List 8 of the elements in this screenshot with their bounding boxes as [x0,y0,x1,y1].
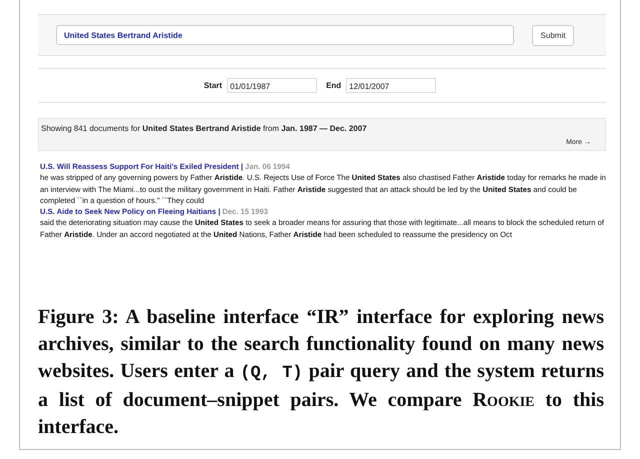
end-label: End [326,81,342,90]
figure-caption: Figure 3: A baseline interface “IR” interface for exploring news archives, similar to the search functionality found on many news websites. Users enter a (Q, T) pair query and the system returns a list of document–snippet pairs. We compare Rookie to this interface. [38,305,605,440]
end-date-field[interactable]: 12/01/2007 [346,78,436,93]
start-label: Start [204,81,222,90]
results-summary: Showing 841 documents for United States Bertrand Aristide from Jan. 1987 — Dec. 2007 [41,124,368,133]
search-field[interactable]: United States Bertrand Aristide [56,25,514,45]
start-date-field[interactable]: 01/01/1987 [227,78,318,93]
submit-button[interactable]: Submit [532,24,574,46]
